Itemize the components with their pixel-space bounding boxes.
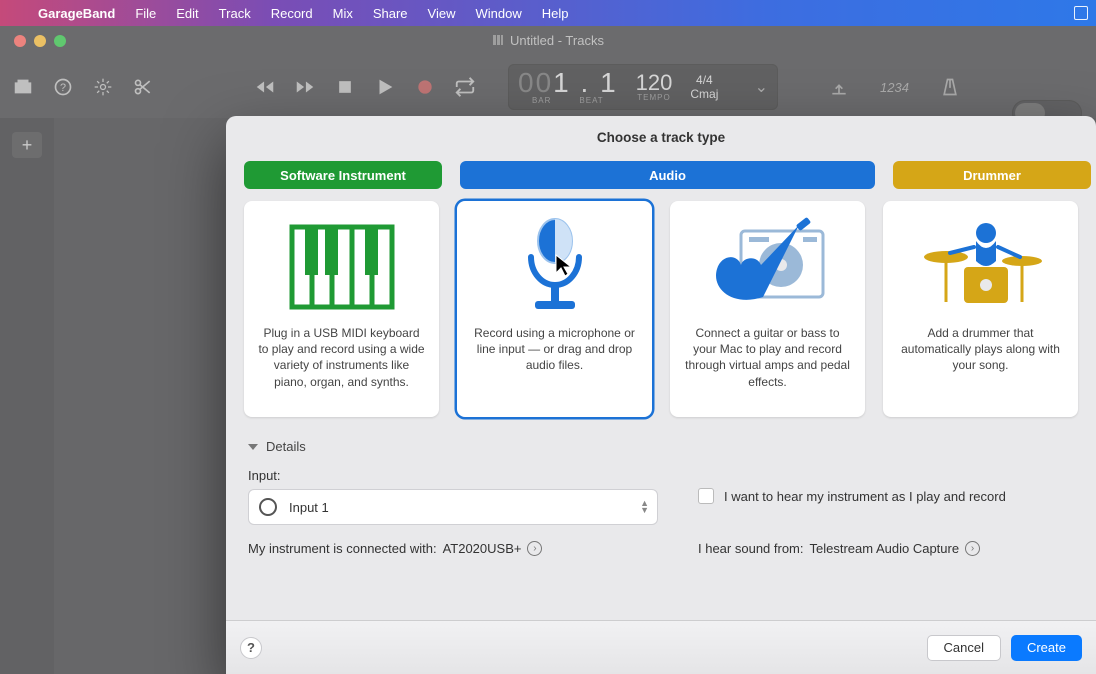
input-device-line: My instrument is connected with: AT2020U… xyxy=(248,541,658,556)
metronome-icon[interactable] xyxy=(939,76,961,98)
card-drummer[interactable]: Add a drummer that automatically plays a… xyxy=(883,201,1078,417)
play-button[interactable] xyxy=(374,76,396,98)
new-track-sheet: Choose a track type Software Instrument … xyxy=(226,116,1096,674)
chevron-down-icon xyxy=(248,444,258,450)
input-mono-icon xyxy=(259,498,277,516)
chevron-down-icon[interactable]: ⌄ xyxy=(755,77,768,97)
rewind-button[interactable] xyxy=(254,76,276,98)
menu-edit[interactable]: Edit xyxy=(166,6,208,21)
monitor-checkbox-row[interactable]: I want to hear my instrument as I play a… xyxy=(698,488,1074,504)
add-track-button[interactable]: + xyxy=(12,132,42,158)
record-button[interactable] xyxy=(414,76,436,98)
track-header-sidebar: + xyxy=(0,118,54,674)
svg-text:?: ? xyxy=(60,82,66,94)
tab-software-instrument[interactable]: Software Instrument xyxy=(244,161,442,189)
card-audio-mic[interactable]: Record using a microphone or line input … xyxy=(457,201,652,417)
count-in-display[interactable]: 1234 xyxy=(880,80,909,95)
card-mic-desc: Record using a microphone or line input … xyxy=(467,321,642,374)
input-value: Input 1 xyxy=(289,500,329,515)
stop-button[interactable] xyxy=(334,76,356,98)
guitar-amp-icon xyxy=(703,213,833,321)
tuner-icon[interactable] xyxy=(828,76,850,98)
main-toolbar: ? 001 . 1 BARBEAT 120 TEMPO 4/4 Cma xyxy=(0,56,1096,118)
card-software-instrument[interactable]: Plug in a USB MIDI keyboard to play and … xyxy=(244,201,439,417)
forward-button[interactable] xyxy=(294,76,316,98)
library-icon[interactable] xyxy=(12,76,34,98)
system-menubar: GarageBand File Edit Track Record Mix Sh… xyxy=(0,0,1096,26)
drummer-icon xyxy=(916,213,1046,321)
card-audio-guitar[interactable]: Connect a guitar or bass to your Mac to … xyxy=(670,201,865,417)
app-menu[interactable]: GarageBand xyxy=(28,6,125,21)
stepper-icon[interactable]: ▲▼ xyxy=(640,500,649,514)
input-label: Input: xyxy=(248,468,658,483)
card-drummer-desc: Add a drummer that automatically plays a… xyxy=(893,321,1068,374)
window-titlebar: Untitled - Tracks xyxy=(0,26,1096,56)
piano-icon xyxy=(287,213,397,321)
cancel-button[interactable]: Cancel xyxy=(927,635,1001,661)
help-button[interactable]: ? xyxy=(240,637,262,659)
lcd-display[interactable]: 001 . 1 BARBEAT 120 TEMPO 4/4 Cmaj ⌄ xyxy=(508,64,778,110)
menu-mix[interactable]: Mix xyxy=(323,6,363,21)
brightness-icon[interactable] xyxy=(92,76,114,98)
mouse-cursor-icon xyxy=(555,254,573,283)
menu-track[interactable]: Track xyxy=(209,6,261,21)
tab-audio[interactable]: Audio xyxy=(460,161,875,189)
details-disclosure[interactable]: Details xyxy=(226,417,1096,460)
screen-corner-icon xyxy=(1074,6,1088,20)
menu-file[interactable]: File xyxy=(125,6,166,21)
input-select[interactable]: Input 1 ▲▼ xyxy=(248,489,658,525)
arrow-right-circle-icon[interactable]: › xyxy=(965,541,980,556)
transport-controls xyxy=(254,76,476,98)
cycle-button[interactable] xyxy=(454,76,476,98)
card-guitar-desc: Connect a guitar or bass to your Mac to … xyxy=(680,321,855,390)
monitor-label: I want to hear my instrument as I play a… xyxy=(724,489,1006,504)
sheet-footer: ? Cancel Create xyxy=(226,620,1096,674)
document-icon xyxy=(492,34,504,49)
create-button[interactable]: Create xyxy=(1011,635,1082,661)
output-device-line: I hear sound from: Telestream Audio Capt… xyxy=(698,541,1074,556)
menu-share[interactable]: Share xyxy=(363,6,418,21)
sheet-title: Choose a track type xyxy=(226,116,1096,161)
checkbox-icon[interactable] xyxy=(698,488,714,504)
menu-view[interactable]: View xyxy=(418,6,466,21)
window-title: Untitled - Tracks xyxy=(0,33,1096,49)
card-software-desc: Plug in a USB MIDI keyboard to play and … xyxy=(254,321,429,390)
help-question-icon[interactable]: ? xyxy=(52,76,74,98)
arrow-right-circle-icon[interactable]: › xyxy=(527,541,542,556)
tab-drummer[interactable]: Drummer xyxy=(893,161,1091,189)
menu-help[interactable]: Help xyxy=(532,6,579,21)
menu-window[interactable]: Window xyxy=(466,6,532,21)
scissors-icon[interactable] xyxy=(132,76,154,98)
menu-record[interactable]: Record xyxy=(261,6,323,21)
